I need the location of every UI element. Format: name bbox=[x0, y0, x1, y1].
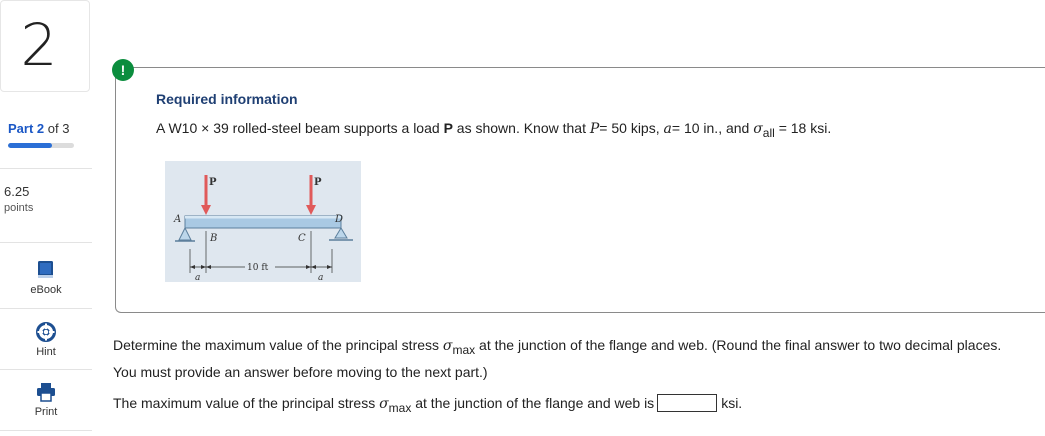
answer-middle: at the junction of the flange and web is bbox=[415, 395, 655, 411]
dim-a-left-label: a bbox=[195, 273, 200, 282]
a-symbol: a bbox=[663, 121, 672, 137]
load-label-right: P bbox=[314, 177, 322, 188]
required-info-title: Required information bbox=[156, 91, 298, 107]
a-value: = 10 in., and bbox=[671, 120, 750, 136]
beam-flange bbox=[185, 216, 341, 219]
question-text: Determine the maximum value of the princ… bbox=[113, 334, 1023, 383]
book-icon bbox=[38, 261, 53, 278]
divider bbox=[0, 168, 92, 169]
part-current: 2 bbox=[36, 121, 45, 136]
divider bbox=[0, 430, 92, 431]
question-part1: Determine the maximum value of the princ… bbox=[113, 337, 440, 353]
sigma-value: = 18 ksi. bbox=[778, 120, 832, 136]
points-label: points bbox=[4, 202, 34, 214]
point-b-label: B bbox=[209, 233, 217, 244]
points-value: 6.25 bbox=[4, 184, 30, 199]
divider bbox=[0, 242, 92, 243]
sigma-max-subscript: max bbox=[452, 342, 476, 357]
load-symbol: P bbox=[443, 120, 453, 136]
as-shown-text: as shown. Know that bbox=[456, 120, 586, 136]
p-value: = 50 kips, bbox=[599, 120, 660, 136]
beam-diagram: P P A B C D 10 ft a a bbox=[173, 175, 353, 283]
answer-sigma-subscript: max bbox=[388, 400, 412, 415]
part-progress-bar bbox=[8, 143, 74, 148]
divider bbox=[0, 308, 92, 309]
ebook-button[interactable]: eBook bbox=[0, 260, 92, 296]
part-prefix: Part bbox=[8, 121, 34, 136]
hint-button[interactable]: Hint bbox=[0, 322, 92, 358]
answer-prefix: The maximum value of the principal stres… bbox=[113, 395, 376, 411]
load-label-left: P bbox=[209, 177, 217, 188]
print-button[interactable]: Print bbox=[0, 382, 92, 418]
beam-figure: P P A B C D 10 ft a a bbox=[165, 161, 361, 283]
span-label: 10 ft bbox=[247, 263, 269, 273]
intro-text: A W10 × 39 rolled-steel beam supports a … bbox=[156, 120, 440, 136]
point-d-label: D bbox=[334, 214, 343, 225]
question-number: 2 bbox=[20, 11, 58, 79]
part-indicator: Part 2 of 3 bbox=[8, 121, 69, 136]
answer-sigma-symbol: σ bbox=[379, 396, 389, 412]
answer-line: The maximum value of the principal stres… bbox=[113, 394, 742, 415]
lifebuoy-icon bbox=[36, 322, 56, 342]
print-label: Print bbox=[34, 406, 58, 418]
p-symbol: P bbox=[589, 121, 600, 137]
right-support bbox=[334, 227, 348, 239]
hint-label: Hint bbox=[36, 346, 56, 358]
ebook-label: eBook bbox=[30, 284, 62, 296]
divider bbox=[0, 369, 92, 370]
alert-icon: ! bbox=[112, 59, 134, 81]
left-support bbox=[178, 226, 192, 241]
printer-icon bbox=[37, 383, 55, 402]
point-c-label: C bbox=[298, 233, 306, 244]
part-suffix: of 3 bbox=[47, 121, 70, 136]
point-a-label: A bbox=[173, 214, 181, 225]
sigma-subscript: all bbox=[762, 125, 775, 140]
part-progress-fill bbox=[8, 143, 53, 148]
dim-a-right-label: a bbox=[318, 273, 323, 282]
required-info-text: A W10 × 39 rolled-steel beam supports a … bbox=[156, 120, 831, 140]
question-number-box: 2 bbox=[0, 0, 90, 92]
answer-unit: ksi. bbox=[721, 395, 743, 411]
answer-input[interactable] bbox=[657, 394, 718, 412]
sigma-symbol: σ bbox=[753, 121, 763, 137]
